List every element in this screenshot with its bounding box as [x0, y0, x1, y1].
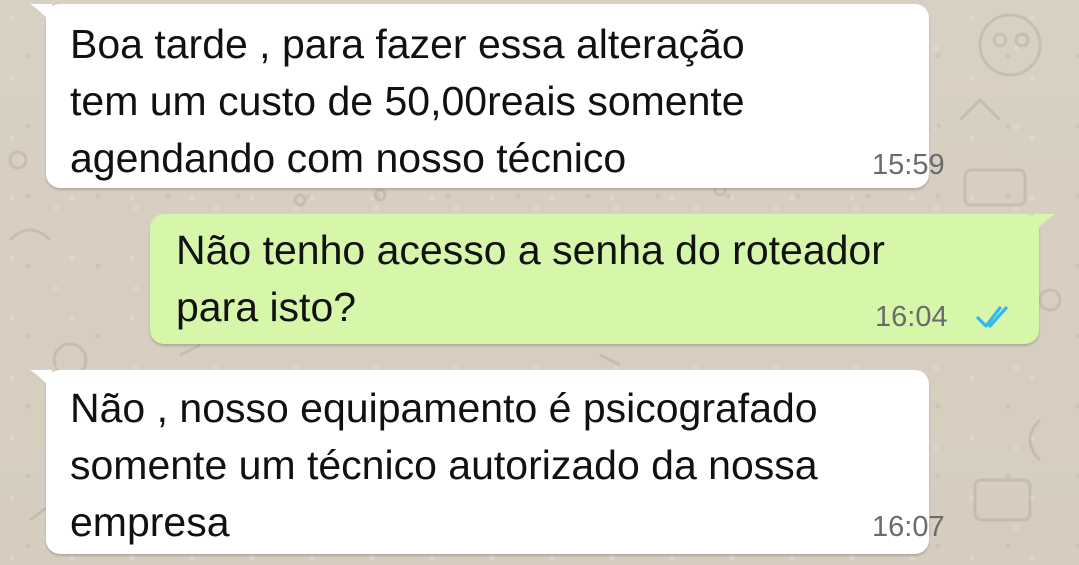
double-check-read-icon [976, 306, 1008, 328]
incoming-message-bubble[interactable]: Não , nosso equipamento é psicografado s… [46, 370, 945, 554]
message-text: Não , nosso equipamento é psicografado s… [70, 385, 818, 545]
outgoing-bubble-tail [1033, 214, 1055, 234]
incoming-message-bubble[interactable]: Boa tarde , para fazer essa alteração te… [46, 4, 945, 188]
message-text: Não tenho acesso a senha do roteador par… [176, 227, 885, 330]
outgoing-message-bubble[interactable]: Não tenho acesso a senha do roteador par… [150, 214, 1039, 344]
message-timestamp: 16:07 [872, 511, 945, 543]
incoming-bubble-tail [30, 370, 52, 390]
message-timestamp: 16:04 [875, 301, 948, 333]
incoming-bubble-tail [30, 4, 52, 24]
message-timestamp: 15:59 [872, 149, 945, 181]
message-text: Boa tarde , para fazer essa alteração te… [70, 21, 745, 181]
